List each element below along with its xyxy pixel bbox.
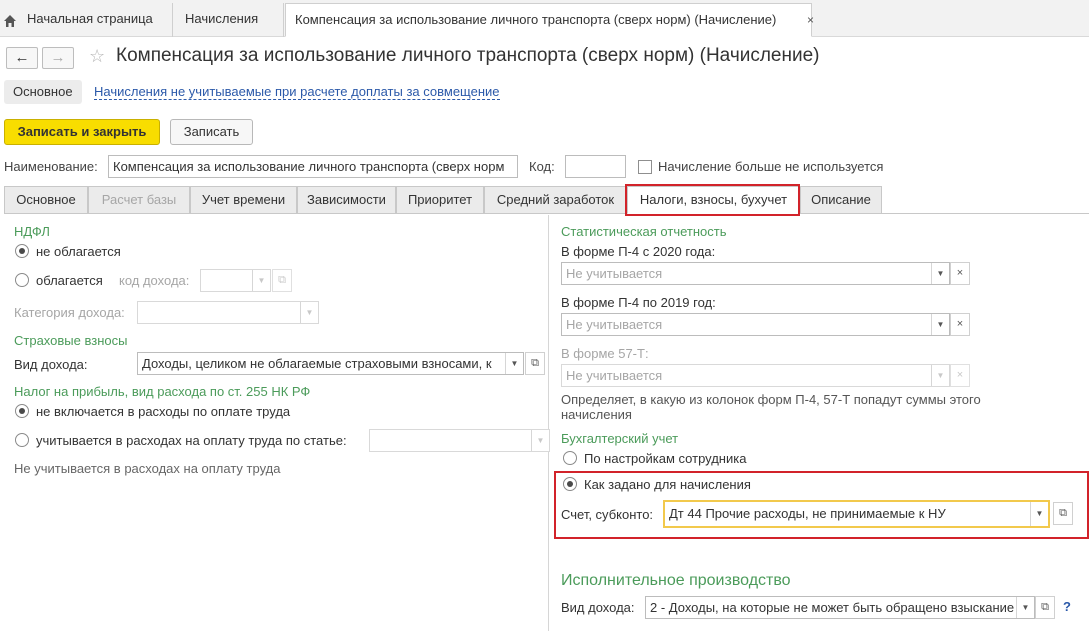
chevron-down-icon[interactable]: ▼	[931, 365, 949, 386]
tab-accruals[interactable]: Начисления	[174, 3, 284, 37]
profit-tax-included-label: учитывается в расходах на оплату труда п…	[36, 433, 347, 448]
forward-button[interactable]: →	[42, 47, 74, 69]
income-category-select[interactable]: ▼	[137, 301, 319, 324]
name-label: Наименование:	[4, 159, 98, 174]
code-label: Код:	[529, 159, 555, 174]
help-icon[interactable]: ?	[1063, 599, 1071, 614]
income-code-label: код дохода:	[119, 273, 190, 288]
name-value: Компенсация за использование личного тра…	[113, 159, 505, 174]
insurance-income-type-label: Вид дохода:	[14, 357, 88, 372]
enforcement-income-type-value: 2 - Доходы, на которые не может быть обр…	[650, 600, 1023, 615]
page-title: Компенсация за использование личного тра…	[116, 45, 820, 66]
stats-note: Определяет, в какую из колонок форм П-4,…	[561, 392, 981, 422]
chevron-down-icon[interactable]: ▼	[300, 302, 318, 323]
enforcement-header: Исполнительное производство	[561, 572, 791, 589]
chevron-down-icon[interactable]: ▼	[252, 270, 270, 291]
accounting-as-set-radio[interactable]	[563, 477, 577, 491]
ndfl-taxed-label: облагается	[36, 273, 103, 288]
chevron-down-icon[interactable]: ▼	[505, 353, 523, 374]
section-link-combination[interactable]: Начисления не учитываемые при расчете до…	[94, 84, 500, 100]
enforcement-income-type-label: Вид дохода:	[561, 600, 635, 615]
open-icon[interactable]: ⧉	[1035, 596, 1055, 619]
tab-dependencies[interactable]: Зависимости	[297, 186, 396, 214]
tab-home[interactable]: Начальная страница	[0, 3, 173, 37]
open-icon[interactable]: ⧉	[1053, 502, 1073, 525]
column-divider	[548, 215, 549, 631]
not-used-checkbox[interactable]	[638, 160, 652, 174]
tab-priority[interactable]: Приоритет	[396, 186, 484, 214]
insurance-income-type-value: Доходы, целиком не облагаемые страховыми…	[142, 356, 492, 371]
chevron-down-icon[interactable]: ▼	[531, 430, 549, 451]
f57t-value: Не учитывается	[566, 368, 663, 383]
tab-base-calculation[interactable]: Расчет базы	[88, 186, 190, 214]
arrow-left-icon: ←	[14, 49, 30, 66]
tab-current-label: Компенсация за использование личного тра…	[295, 12, 777, 27]
ndfl-header: НДФЛ	[14, 224, 50, 239]
tab-average-earnings[interactable]: Средний заработок	[484, 186, 627, 214]
favorite-star-icon[interactable]: ☆	[89, 46, 105, 67]
profit-tax-note: Не учитывается в расходах на оплату труд…	[14, 461, 281, 476]
profit-tax-article-select[interactable]: ▼	[369, 429, 550, 452]
open-icon[interactable]: ⧉	[272, 269, 292, 292]
section-main[interactable]: Основное	[4, 80, 82, 104]
close-icon[interactable]: ×	[807, 4, 814, 36]
profit-tax-included-radio[interactable]	[15, 433, 29, 447]
accounting-as-set-label: Как задано для начисления	[584, 477, 751, 492]
enforcement-income-type-select[interactable]: 2 - Доходы, на которые не может быть обр…	[645, 596, 1035, 619]
f57t-label: В форме 57-Т:	[561, 346, 649, 361]
open-icon[interactable]: ⧉	[525, 352, 545, 375]
top-tab-bar: Начальная страница Начисления Компенсаци…	[0, 0, 1089, 37]
tab-time-accounting[interactable]: Учет времени	[190, 186, 297, 214]
tab-description[interactable]: Описание	[800, 186, 882, 214]
f57t-select[interactable]: Не учитывается ▼	[561, 364, 950, 387]
insurance-income-type-select[interactable]: Доходы, целиком не облагаемые страховыми…	[137, 352, 524, 375]
income-code-select[interactable]: ▼	[200, 269, 271, 292]
profit-tax-not-included-label: не включается в расходы по оплате труда	[36, 404, 291, 419]
stats-header: Статистическая отчетность	[561, 224, 727, 239]
p4-2019-label: В форме П-4 по 2019 год:	[561, 295, 716, 310]
save-and-close-button[interactable]: Записать и закрыть	[4, 119, 160, 145]
not-used-label: Начисление больше не используется	[658, 159, 884, 174]
clear-icon[interactable]: ×	[950, 364, 970, 387]
accounting-employee-settings-label: По настройкам сотрудника	[584, 451, 747, 466]
p4-2019-value: Не учитывается	[566, 317, 663, 332]
tab-current-document[interactable]: Компенсация за использование личного тра…	[285, 3, 814, 37]
tab-main[interactable]: Основное	[4, 186, 88, 214]
code-input[interactable]	[565, 155, 626, 178]
chevron-down-icon[interactable]: ▼	[1016, 597, 1034, 618]
income-category-label: Категория дохода:	[14, 305, 125, 320]
arrow-right-icon: →	[50, 49, 66, 66]
profit-tax-not-included-radio[interactable]	[15, 404, 29, 418]
p4-2019-select[interactable]: Не учитывается ▼	[561, 313, 950, 336]
chevron-down-icon[interactable]: ▼	[931, 263, 949, 284]
accounting-header: Бухгалтерский учет	[561, 431, 679, 446]
back-button[interactable]: ←	[6, 47, 38, 69]
account-subconto-label: Счет, субконто:	[561, 507, 654, 522]
account-subconto-select[interactable]: Дт 44 Прочие расходы, не принимаемые к Н…	[663, 500, 1050, 528]
name-input[interactable]: Компенсация за использование личного тра…	[108, 155, 518, 178]
home-icon	[4, 15, 16, 27]
clear-icon[interactable]: ×	[950, 262, 970, 285]
p4-2020-label: В форме П-4 с 2020 года:	[561, 244, 716, 259]
chevron-down-icon[interactable]: ▼	[1030, 502, 1048, 526]
account-subconto-value: Дт 44 Прочие расходы, не принимаемые к Н…	[669, 506, 946, 521]
form-tabs: Основное Расчет базы Учет времени Зависи…	[4, 186, 1089, 214]
p4-2020-value: Не учитывается	[566, 266, 663, 281]
save-button[interactable]: Записать	[170, 119, 253, 145]
ndfl-not-taxed-label: не облагается	[36, 244, 121, 259]
clear-icon[interactable]: ×	[950, 313, 970, 336]
chevron-down-icon[interactable]: ▼	[931, 314, 949, 335]
active-tab-highlight	[625, 184, 800, 216]
ndfl-not-taxed-radio[interactable]	[15, 244, 29, 258]
tab-home-label: Начальная страница	[27, 11, 153, 26]
p4-2020-select[interactable]: Не учитывается ▼	[561, 262, 950, 285]
accounting-employee-settings-radio[interactable]	[563, 451, 577, 465]
tab-accruals-label: Начисления	[185, 11, 259, 26]
profit-tax-header: Налог на прибыль, вид расхода по ст. 255…	[14, 384, 311, 399]
insurance-header: Страховые взносы	[14, 333, 128, 348]
ndfl-taxed-radio[interactable]	[15, 273, 29, 287]
